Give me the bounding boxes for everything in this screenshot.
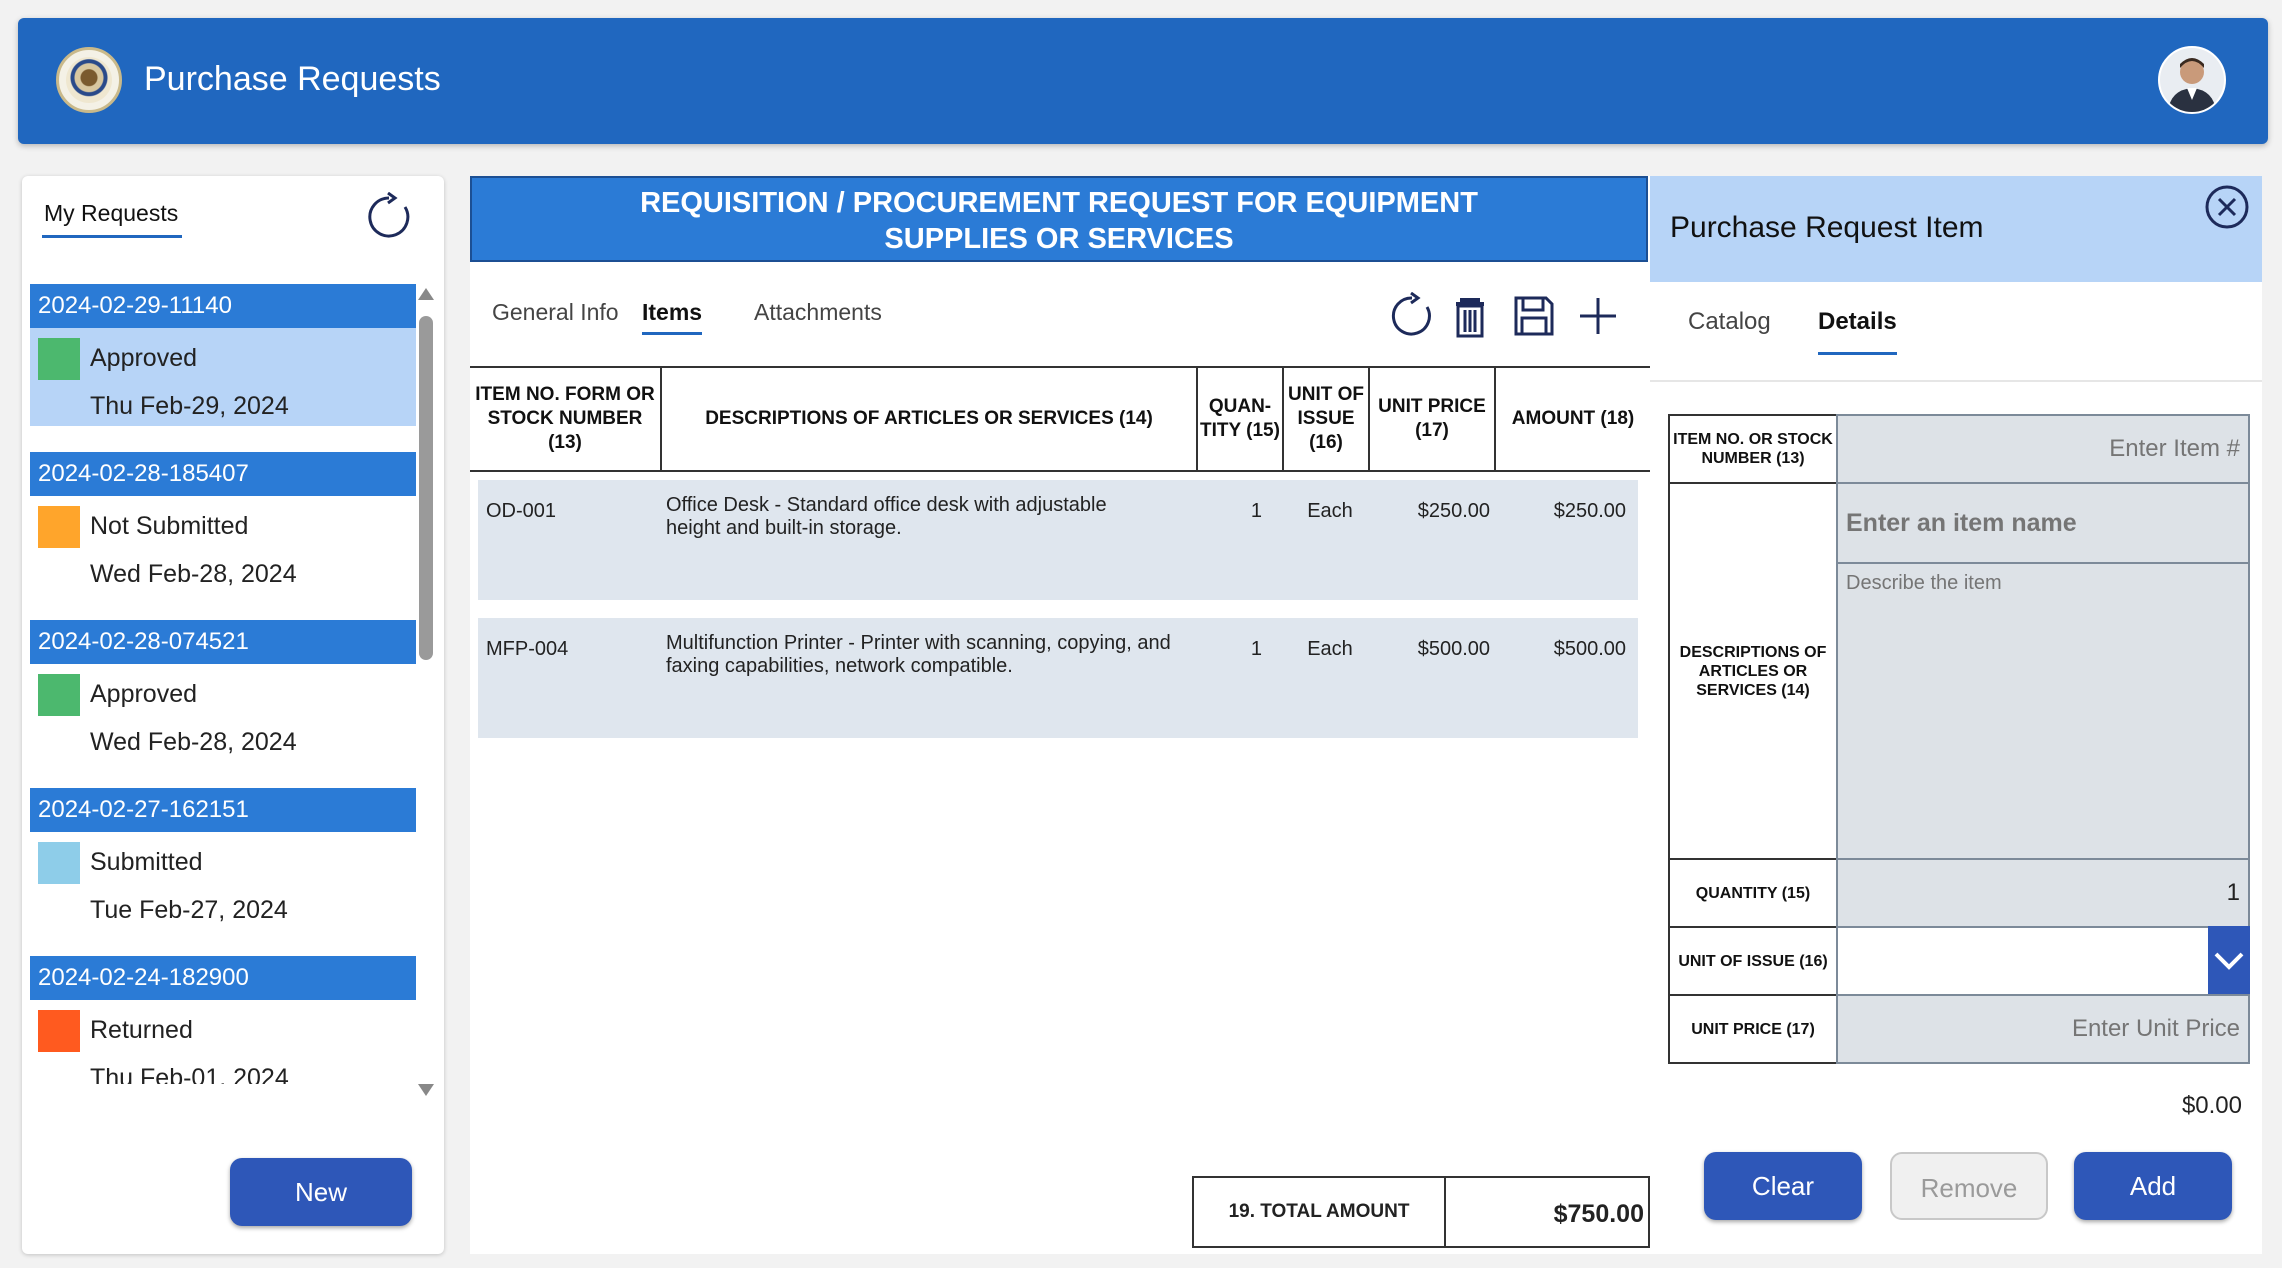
- item-amount: $250.00: [1553, 500, 1626, 522]
- total-amount-label: 19. TOTAL AMOUNT: [1194, 1178, 1446, 1246]
- column-header: UNIT OF ISSUE (16): [1284, 368, 1370, 470]
- requests-list: 2024-02-29-11140 Approved Thu Feb-29, 20…: [30, 284, 438, 1084]
- item-unit-price: $500.00: [1417, 638, 1490, 660]
- refresh-icon[interactable]: [1388, 292, 1436, 340]
- item-unit-price: $250.00: [1417, 500, 1490, 522]
- request-id: 2024-02-27-162151: [30, 788, 416, 832]
- request-status: Not Submitted: [90, 512, 249, 540]
- unit-of-issue-select[interactable]: [1836, 926, 2250, 996]
- request-date: Tue Feb-27, 2024: [90, 896, 288, 924]
- add-button[interactable]: Add: [2074, 1152, 2232, 1220]
- table-row[interactable]: MFP-004 Multifunction Printer - Printer …: [478, 618, 1638, 738]
- total-amount-value: $750.00: [1553, 1200, 1644, 1228]
- item-amount: $0.00: [2181, 1092, 2242, 1119]
- chevron-down-icon[interactable]: [2208, 926, 2250, 996]
- quantity-input[interactable]: 1: [1836, 858, 2250, 928]
- tab-items[interactable]: Items: [642, 292, 703, 335]
- form-title: REQUISITION / PROCUREMENT REQUEST FOR EQ…: [470, 176, 1648, 262]
- tab-catalog[interactable]: Catalog: [1688, 302, 1771, 342]
- plus-icon[interactable]: [1574, 292, 1622, 340]
- item-stock-number: OD-001: [486, 500, 557, 522]
- item-description: Office Desk - Standard office desk with …: [666, 494, 1107, 539]
- tab-attachments[interactable]: Attachments: [754, 292, 882, 332]
- request-item[interactable]: 2024-02-27-162151 Submitted Tue Feb-27, …: [30, 788, 416, 930]
- item-panel-header: Purchase Request Item: [1650, 176, 2262, 282]
- request-status: Returned: [90, 1016, 193, 1044]
- items-table-header: ITEM NO. FORM OR STOCK NUMBER (13) DESCR…: [470, 366, 1650, 472]
- column-header: UNIT PRICE (17): [1370, 368, 1496, 470]
- status-indicator: [38, 506, 80, 548]
- refresh-icon[interactable]: [364, 192, 414, 242]
- item-stock-number: MFP-004: [486, 638, 569, 660]
- item-name-input[interactable]: [1836, 482, 2250, 564]
- scroll-thumb[interactable]: [419, 316, 433, 660]
- trash-icon[interactable]: [1446, 292, 1494, 340]
- column-header: ITEM NO. FORM OR STOCK NUMBER (13): [470, 368, 662, 470]
- divider: [1650, 380, 2262, 382]
- close-icon[interactable]: [2204, 184, 2250, 230]
- item-unit: Each: [1307, 500, 1353, 522]
- state-department-seal-icon: [56, 47, 122, 113]
- unit-price-label: UNIT PRICE (17): [1668, 994, 1838, 1064]
- column-header: DESCRIPTIONS OF ARTICLES OR SERVICES (14…: [662, 368, 1198, 470]
- new-request-button[interactable]: New: [230, 1158, 412, 1226]
- item-quantity: 1: [1250, 500, 1262, 522]
- status-indicator: [38, 842, 80, 884]
- requisition-form: REQUISITION / PROCUREMENT REQUEST FOR EQ…: [470, 176, 1650, 1254]
- app-title: Purchase Requests: [144, 60, 441, 98]
- request-id: 2024-02-24-182900: [30, 956, 416, 1000]
- item-description: Multifunction Printer - Printer with sca…: [666, 632, 1171, 677]
- tab-details[interactable]: Details: [1818, 302, 1897, 355]
- column-header: AMOUNT (18): [1511, 408, 1635, 429]
- requests-panel: My Requests 2024-02-29-11140 Approved Th…: [22, 176, 444, 1254]
- request-item[interactable]: 2024-02-29-11140 Approved Thu Feb-29, 20…: [30, 284, 416, 426]
- tab-general-info[interactable]: General Info: [492, 292, 619, 332]
- form-title-line2: SUPPLIES OR SERVICES: [884, 223, 1234, 255]
- user-avatar[interactable]: [2158, 46, 2226, 114]
- table-row[interactable]: OD-001 Office Desk - Standard office des…: [478, 480, 1638, 600]
- stock-number-label: ITEM NO. OR STOCK NUMBER (13): [1668, 414, 1838, 484]
- item-amount: $500.00: [1553, 638, 1626, 660]
- request-date: Wed Feb-28, 2024: [90, 560, 297, 588]
- save-icon[interactable]: [1510, 292, 1558, 340]
- request-status: Approved: [90, 680, 198, 708]
- clear-button[interactable]: Clear: [1704, 1152, 1862, 1220]
- scroll-down-icon[interactable]: [418, 1084, 434, 1096]
- request-id: 2024-02-28-074521: [30, 620, 416, 664]
- stock-number-input[interactable]: [1836, 414, 2250, 484]
- requests-scrollbar[interactable]: [418, 288, 434, 1108]
- unit-price-input[interactable]: [1836, 994, 2250, 1064]
- request-date: Thu Feb-01, 2024: [90, 1064, 289, 1084]
- tab-my-requests[interactable]: My Requests: [42, 200, 183, 238]
- item-unit: Each: [1307, 638, 1353, 660]
- purchase-request-item-panel: Purchase Request Item Catalog Details IT…: [1650, 176, 2262, 1254]
- description-label: DESCRIPTIONS OF ARTICLES OR SERVICES (14…: [1668, 482, 1838, 860]
- item-description-input[interactable]: [1836, 562, 2250, 860]
- status-indicator: [38, 338, 80, 380]
- request-id: 2024-02-29-11140: [30, 284, 416, 328]
- request-date: Wed Feb-28, 2024: [90, 728, 297, 756]
- request-date: Thu Feb-29, 2024: [90, 392, 289, 420]
- unit-of-issue-label: UNIT OF ISSUE (16): [1668, 926, 1838, 996]
- status-indicator: [38, 674, 80, 716]
- status-indicator: [38, 1010, 80, 1052]
- item-details-form: ITEM NO. OR STOCK NUMBER (13) DESCRIPTIO…: [1668, 414, 2250, 1070]
- scroll-up-icon[interactable]: [418, 288, 434, 300]
- request-status: Approved: [90, 344, 198, 372]
- item-panel-title: Purchase Request Item: [1670, 211, 1984, 244]
- request-id: 2024-02-28-185407: [30, 452, 416, 496]
- request-item[interactable]: 2024-02-24-182900 Returned Thu Feb-01, 2…: [30, 956, 416, 1084]
- quantity-label: QUANTITY (15): [1668, 858, 1838, 928]
- request-item[interactable]: 2024-02-28-185407 Not Submitted Wed Feb-…: [30, 452, 416, 594]
- column-header: QUAN-TITY (15): [1198, 368, 1284, 470]
- request-status: Submitted: [90, 848, 203, 876]
- remove-button[interactable]: Remove: [1890, 1152, 2048, 1220]
- form-title-line1: REQUISITION / PROCUREMENT REQUEST FOR EQ…: [640, 187, 1478, 219]
- request-item[interactable]: 2024-02-28-074521 Approved Wed Feb-28, 2…: [30, 620, 416, 762]
- total-amount-box: 19. TOTAL AMOUNT $750.00: [1192, 1176, 1650, 1248]
- item-quantity: 1: [1250, 638, 1262, 660]
- app-header: Purchase Requests: [18, 18, 2268, 144]
